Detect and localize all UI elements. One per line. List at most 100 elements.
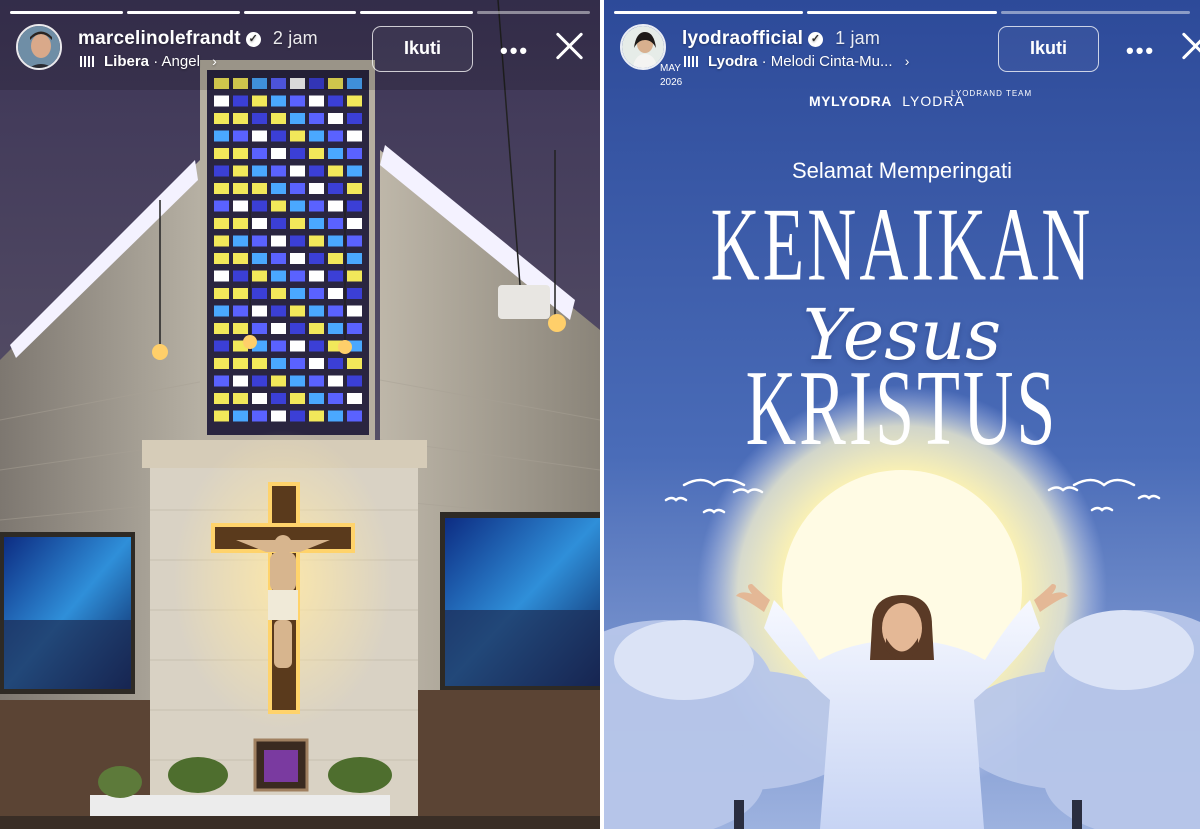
stained-glass-pane: [271, 288, 286, 299]
stained-glass-pane: [252, 200, 267, 212]
post-time: 2 jam: [272, 28, 318, 48]
stained-glass-pane: [214, 165, 229, 177]
stained-glass-pane: [328, 253, 343, 264]
stained-glass-pane: [252, 305, 267, 317]
stained-glass-pane: [290, 358, 305, 369]
music-separator: ·: [153, 53, 159, 70]
stained-glass-pane: [271, 130, 286, 142]
stained-glass-pane: [347, 323, 362, 334]
stained-glass-pane: [233, 165, 248, 177]
stained-glass-pane: [233, 235, 248, 247]
music-bars-icon: [684, 56, 698, 67]
chevron-right-icon: ›: [904, 53, 910, 69]
stained-glass-pane: [328, 95, 343, 107]
progress-segment: [243, 11, 357, 14]
close-icon[interactable]: [552, 24, 588, 68]
stained-glass-pane: [309, 218, 324, 229]
stained-glass-pane: [347, 183, 362, 194]
stained-glass-pane: [328, 323, 343, 334]
stained-glass-pane: [233, 393, 248, 404]
stained-glass-pane: [328, 218, 343, 229]
stained-glass-pane: [252, 95, 267, 107]
stained-glass-pane: [347, 235, 362, 247]
avatar[interactable]: [16, 24, 62, 70]
stained-glass-pane: [271, 113, 286, 124]
stained-glass-pane: [347, 410, 362, 422]
story-header: lyodraofficial ✓ 1 jam Lyodra · Melodi Cin…: [620, 24, 1186, 78]
stained-glass-pane: [347, 148, 362, 159]
stained-glass-pane: [233, 270, 248, 282]
stained-glass-pane: [309, 235, 324, 247]
progress-segment: [614, 11, 804, 14]
stained-glass-pane: [252, 375, 267, 387]
stained-glass-pane: [328, 358, 343, 369]
verified-badge-icon: ✓: [245, 32, 261, 47]
church-interior-photo: [0, 0, 600, 829]
profile-photo: [18, 26, 60, 68]
stained-glass-pane: [347, 358, 362, 369]
poster-title-line-2: Yesus: [802, 294, 1002, 376]
stained-glass-pane: [290, 340, 305, 352]
music-attribution[interactable]: Libera · Angel ›: [80, 53, 217, 70]
stained-glass-pane: [347, 375, 362, 387]
stained-glass-pane: [309, 305, 324, 317]
stained-glass-pane: [252, 183, 267, 194]
follow-button[interactable]: Ikuti: [998, 26, 1099, 72]
stained-glass-pane: [347, 270, 362, 282]
stained-glass-pane: [290, 288, 305, 299]
username[interactable]: lyodraofficial ✓ 1 jam: [682, 28, 880, 50]
story-progress-bar: [614, 11, 1190, 14]
stained-glass-pane: [214, 358, 229, 369]
progress-segment: [807, 11, 997, 14]
stained-glass-pane: [233, 288, 248, 299]
ellipsis-icon[interactable]: •••: [1126, 38, 1155, 64]
stained-glass-pane: [309, 270, 324, 282]
story-marcelinolefrandt[interactable]: marcelinolefrandt ✓ 2 jam Libera · Angel ›…: [0, 0, 600, 829]
username-text[interactable]: lyodraofficial: [682, 28, 803, 49]
stained-glass-pane: [233, 130, 248, 142]
username-text[interactable]: marcelinolefrandt: [78, 28, 241, 49]
stained-glass-pane: [214, 95, 229, 107]
stained-glass-pane: [328, 270, 343, 282]
stained-glass-pane: [271, 393, 286, 404]
stained-glass-pane: [214, 253, 229, 264]
music-artist: Libera: [104, 53, 150, 70]
stained-glass-pane: [233, 148, 248, 159]
stained-glass-pane: [328, 410, 343, 422]
stained-glass-pane: [214, 375, 229, 387]
ellipsis-icon[interactable]: •••: [500, 38, 529, 64]
stained-glass-pane: [290, 95, 305, 107]
stained-glass-pane: [309, 113, 324, 124]
stained-glass-pane: [290, 130, 305, 142]
stained-glass-pane: [271, 358, 286, 369]
story-lyodraofficial[interactable]: lyodraofficial ✓ 1 jam Lyodra · Melodi Cin…: [604, 0, 1200, 829]
stained-glass-pane: [309, 393, 324, 404]
stained-glass-pane: [309, 130, 324, 142]
stained-glass-pane: [233, 305, 248, 317]
stained-glass-pane: [309, 95, 324, 107]
stained-glass-pane: [214, 270, 229, 282]
music-separator: ·: [761, 53, 767, 70]
stained-glass-pane: [309, 200, 324, 212]
follow-button[interactable]: Ikuti: [372, 26, 473, 72]
stained-glass-pane: [309, 148, 324, 159]
stained-glass-pane: [214, 218, 229, 229]
stained-glass-pane: [347, 288, 362, 299]
stained-glass-pane: [233, 113, 248, 124]
username[interactable]: marcelinolefrandt ✓ 2 jam: [78, 28, 318, 50]
progress-segment: [477, 11, 590, 14]
stained-glass-pane: [290, 410, 305, 422]
close-icon[interactable]: [1178, 24, 1200, 68]
stained-glass-pane: [290, 323, 305, 334]
stained-glass-pane: [252, 410, 267, 422]
stained-glass-pane: [252, 148, 267, 159]
stained-glass-pane: [290, 375, 305, 387]
music-title: Angel: [161, 53, 200, 70]
stained-glass-pane: [252, 165, 267, 177]
stained-glass-pane: [290, 183, 305, 194]
music-attribution[interactable]: Lyodra · Melodi Cinta-Mu... ›: [684, 53, 909, 70]
stained-glass-pane: [309, 358, 324, 369]
progress-segment: [126, 11, 240, 14]
stained-glass-pane: [290, 393, 305, 404]
stained-glass-pane: [233, 358, 248, 369]
